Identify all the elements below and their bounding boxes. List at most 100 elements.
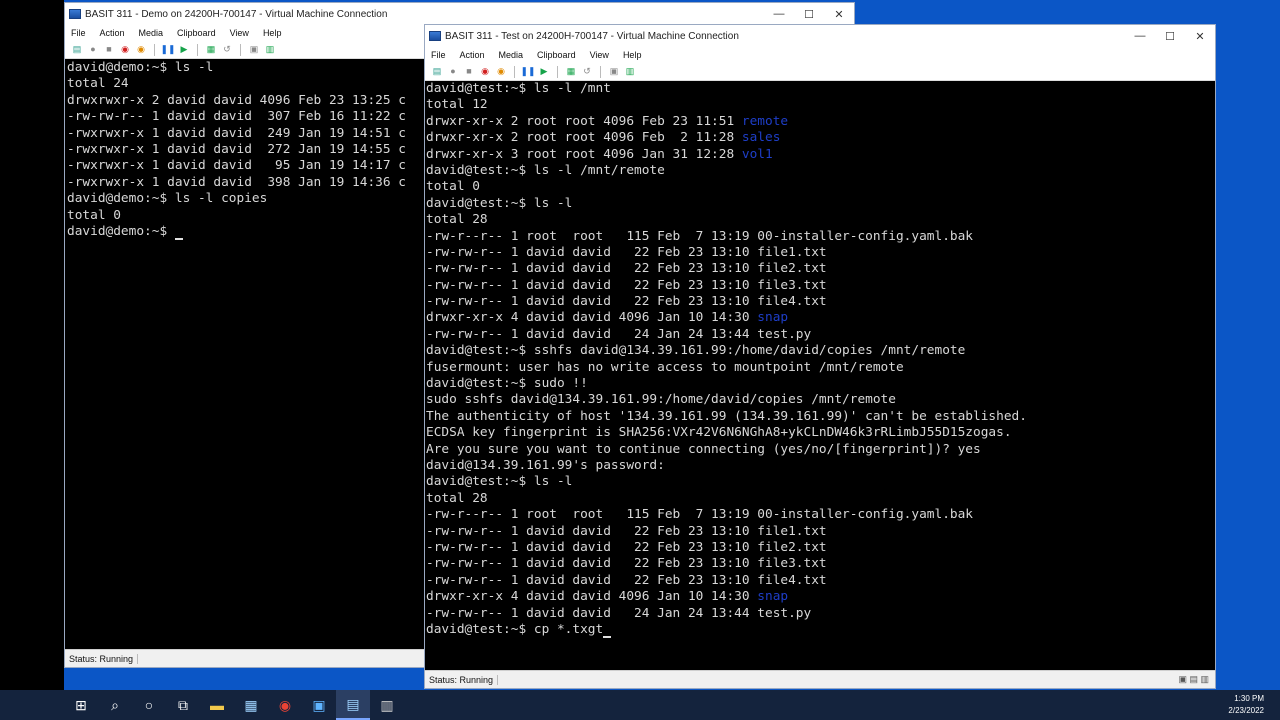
checkpoint-icon[interactable]: ▦ [565, 66, 577, 78]
close-icon[interactable]: ✕ [1185, 25, 1215, 47]
share-icon[interactable]: ▥ [624, 66, 636, 78]
terminal-line-text: david@test:~$ ls -l /mnt/remote [426, 162, 665, 178]
vm-connect-icon[interactable]: ▤ [336, 690, 370, 720]
terminal-line-text: Are you sure you want to continue connec… [426, 441, 981, 457]
vm-app-icon [69, 9, 81, 19]
revert-icon[interactable]: ↺ [221, 44, 233, 56]
ctrl-alt-del-icon[interactable]: ▤ [71, 44, 83, 56]
menu-file[interactable]: File [431, 50, 446, 60]
shutdown-icon[interactable]: ◉ [119, 44, 131, 56]
terminal-line-text: -rw-rw-r-- 1 david david 22 Feb 23 13:10… [426, 539, 827, 555]
terminal-line-text: drwxr-xr-x 2 root root 4096 Feb 2 11:28 [426, 130, 742, 146]
terminal-line: david@test:~$ ls -l [426, 474, 1215, 490]
notepad-icon[interactable]: ▥ [370, 690, 404, 720]
desktop-left-strip [0, 0, 64, 690]
chrome-icon[interactable]: ◉ [268, 690, 302, 720]
start-vm-icon[interactable]: ● [447, 66, 459, 78]
terminal-line-text: -rw-rw-r-- 1 david david 22 Feb 23 13:10… [426, 556, 827, 572]
search-icon[interactable]: ⌕ [98, 690, 132, 720]
turn-off-icon[interactable]: ■ [463, 66, 475, 78]
terminal-line-text: david@test:~$ cp *.txgt [426, 621, 604, 637]
terminal-line: The authenticity of host '134.39.161.99 … [426, 409, 1215, 425]
toolbar-separator [600, 65, 601, 78]
terminal-line: david@test:~$ cp *.txgt [426, 621, 1215, 639]
terminal-line: -rw-rw-r-- 1 david david 22 Feb 23 13:10… [426, 556, 1215, 572]
task-view-icon[interactable]: ⧉ [166, 690, 200, 720]
menu-view[interactable]: View [230, 28, 249, 38]
terminal-line: drwxr-xr-x 2 root root 4096 Feb 2 11:28 … [426, 130, 1215, 146]
maximize-icon[interactable]: ☐ [1155, 25, 1185, 47]
terminal-line-text: -rw-r--r-- 1 root root 115 Feb 7 13:19 0… [426, 507, 974, 523]
status-text: Status: Running [69, 653, 139, 664]
vm-window-test[interactable]: BASIT 311 - Test on 24200H-700147 - Virt… [424, 24, 1216, 689]
pause-icon[interactable]: ❚❚ [160, 44, 175, 56]
minimize-icon[interactable]: — [764, 3, 794, 25]
menu-file[interactable]: File [71, 28, 86, 38]
system-clock[interactable]: 1:30 PM 2/23/2022 [1228, 693, 1264, 717]
save-state-icon[interactable]: ◉ [135, 44, 147, 56]
menu-clipboard[interactable]: Clipboard [537, 50, 576, 60]
resume-icon[interactable]: ▶ [178, 44, 190, 56]
terminal-line: -rw-rw-r-- 1 david david 22 Feb 23 13:10… [426, 245, 1215, 261]
enhanced-session-icon[interactable]: ▣ [248, 44, 260, 56]
terminal-line-text: drwxr-xr-x 2 root root 4096 Feb 23 11:51 [426, 113, 742, 129]
terminal-cursor [174, 226, 183, 241]
terminal-line-text: -rw-rw-r-- 1 david david 22 Feb 23 13:10… [426, 294, 827, 310]
terminal-cursor [603, 624, 612, 639]
terminal-line: drwxr-xr-x 3 root root 4096 Jan 31 12:28… [426, 147, 1215, 163]
resume-icon[interactable]: ▶ [538, 66, 550, 78]
checkpoint-icon[interactable]: ▦ [205, 44, 217, 56]
terminal-line-text: -rw-rw-r-- 1 david david 22 Feb 23 13:10… [426, 572, 827, 588]
terminal-line-text: -rw-r--r-- 1 root root 115 Feb 7 13:19 0… [426, 228, 974, 244]
terminal-line-text: total 0 [426, 179, 480, 195]
turn-off-icon[interactable]: ■ [103, 44, 115, 56]
directory-name: vol1 [741, 146, 773, 162]
terminal-line: drwxr-xr-x 4 david david 4096 Jan 10 14:… [426, 310, 1215, 326]
terminal-line-text: total 28 [426, 490, 488, 506]
cortana-icon[interactable]: ○ [132, 690, 166, 720]
menu-help[interactable]: Help [263, 28, 282, 38]
minimize-icon[interactable]: — [1125, 25, 1155, 47]
store-icon[interactable]: ▣ [302, 690, 336, 720]
file-explorer-icon[interactable]: ▬ [200, 690, 234, 720]
terminal-line: total 28 [426, 212, 1215, 228]
title-bar[interactable]: BASIT 311 - Demo on 24200H-700147 - Virt… [65, 3, 854, 25]
close-icon[interactable]: ✕ [824, 3, 854, 25]
menu-media[interactable]: Media [139, 28, 164, 38]
menu-view[interactable]: View [590, 50, 609, 60]
shutdown-icon[interactable]: ◉ [479, 66, 491, 78]
terminal-line: drwxr-xr-x 2 root root 4096 Feb 23 11:51… [426, 114, 1215, 130]
status-text: Status: Running [429, 674, 499, 685]
terminal-line-text: -rw-rw-r-- 1 david david 24 Jan 24 13:44… [426, 326, 812, 342]
terminal-line-text: drwxr-xr-x 4 david david 4096 Jan 10 14:… [426, 310, 758, 326]
terminal-line: david@134.39.161.99's password: [426, 458, 1215, 474]
clock-time: 1:30 PM [1234, 694, 1264, 703]
toolbar-separator [557, 65, 558, 78]
title-bar[interactable]: BASIT 311 - Test on 24200H-700147 - Virt… [425, 25, 1215, 47]
menu-help[interactable]: Help [623, 50, 642, 60]
windows-start-icon[interactable]: ⊞ [64, 690, 98, 720]
menu-media[interactable]: Media [499, 50, 524, 60]
terminal-test[interactable]: david@test:~$ ls -l /mnt total 12 drwxr-xr… [425, 81, 1215, 673]
save-state-icon[interactable]: ◉ [495, 66, 507, 78]
terminal-line-text: -rw-rw-r-- 1 david david 24 Jan 24 13:44… [426, 605, 812, 621]
terminal-line-text: -rw-rw-r-- 1 david david 22 Feb 23 13:10… [426, 523, 827, 539]
start-vm-icon[interactable]: ● [87, 44, 99, 56]
terminal-line-text: david@test:~$ sudo !! [426, 376, 588, 392]
terminal-line: -rw-rw-r-- 1 david david 22 Feb 23 13:10… [426, 524, 1215, 540]
terminal-line-text: -rw-rw-r-- 1 david david 22 Feb 23 13:10… [426, 261, 827, 277]
menu-clipboard[interactable]: Clipboard [177, 28, 216, 38]
share-icon[interactable]: ▥ [264, 44, 276, 56]
enhanced-session-icon[interactable]: ▣ [608, 66, 620, 78]
statusbar-tray-icons: ▣ ▤ ▥ [1178, 674, 1209, 684]
revert-icon[interactable]: ↺ [581, 66, 593, 78]
menu-action[interactable]: Action [460, 50, 485, 60]
menu-action[interactable]: Action [100, 28, 125, 38]
ctrl-alt-del-icon[interactable]: ▤ [431, 66, 443, 78]
terminal-line-text: david@test:~$ ls -l [426, 195, 573, 211]
terminal-line-text: ECDSA key fingerprint is SHA256:VXr42V6N… [426, 425, 1012, 441]
terminal-line-text: -rw-rw-r-- 1 david david 22 Feb 23 13:10… [426, 277, 827, 293]
pause-icon[interactable]: ❚❚ [520, 66, 535, 78]
calculator-icon[interactable]: ▦ [234, 690, 268, 720]
maximize-icon[interactable]: ☐ [794, 3, 824, 25]
